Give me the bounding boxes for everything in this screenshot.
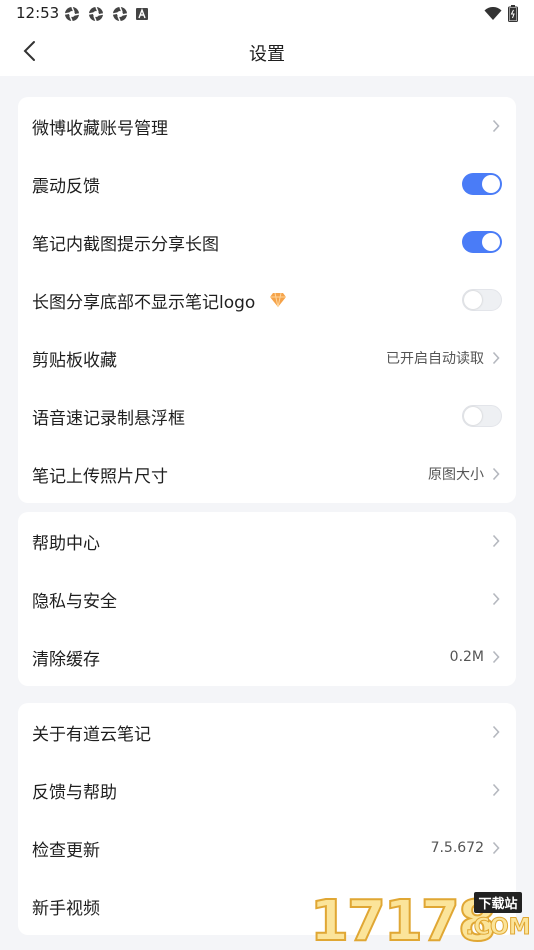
aperture-icon bbox=[88, 6, 104, 22]
row-help-center[interactable]: 帮助中心 bbox=[18, 512, 516, 570]
watermark-side: 下载站 .COM bbox=[465, 892, 531, 941]
row-value: 已开启自动读取 bbox=[386, 351, 484, 367]
status-notification-icons bbox=[64, 6, 148, 22]
row-hide-logo: 长图分享底部不显示笔记logo bbox=[18, 271, 516, 329]
status-bar: 12:53 bbox=[0, 0, 534, 28]
row-clear-cache[interactable]: 清除缓存 0.2M bbox=[18, 628, 516, 686]
voice-floating-toggle[interactable] bbox=[462, 405, 502, 427]
vip-diamond-icon bbox=[269, 292, 287, 308]
chevron-right-icon bbox=[490, 783, 502, 797]
row-label: 笔记上传照片尺寸 bbox=[32, 466, 168, 487]
row-check-update[interactable]: 检查更新 7.5.672 bbox=[18, 819, 516, 877]
row-label: 新手视频 bbox=[32, 898, 100, 919]
chevron-right-icon bbox=[490, 467, 502, 481]
row-screenshot-share-hint: 笔记内截图提示分享长图 bbox=[18, 213, 516, 271]
screenshot-share-toggle[interactable] bbox=[462, 231, 502, 253]
site-watermark: 17178 下载站 .COM bbox=[309, 888, 534, 950]
row-label: 反馈与帮助 bbox=[32, 782, 117, 803]
row-label: 隐私与安全 bbox=[32, 591, 117, 612]
status-time: 12:53 bbox=[16, 4, 60, 22]
wifi-icon bbox=[484, 6, 502, 25]
chevron-right-icon bbox=[490, 725, 502, 739]
hide-logo-toggle[interactable] bbox=[462, 289, 502, 311]
row-label: 长图分享底部不显示笔记logo bbox=[32, 292, 256, 313]
row-label: 剪贴板收藏 bbox=[32, 350, 117, 371]
row-weibo-account[interactable]: 微博收藏账号管理 bbox=[18, 97, 516, 155]
row-label: 清除缓存 bbox=[32, 649, 100, 670]
row-label: 检查更新 bbox=[32, 840, 100, 861]
row-label: 语音速记录制悬浮框 bbox=[32, 408, 185, 429]
chevron-right-icon bbox=[490, 650, 502, 664]
row-about[interactable]: 关于有道云笔记 bbox=[18, 703, 516, 761]
row-voice-floating-window: 语音速记录制悬浮框 bbox=[18, 387, 516, 445]
chevron-right-icon bbox=[490, 351, 502, 365]
aperture-icon bbox=[64, 6, 80, 22]
nav-bar: 设置 bbox=[0, 28, 534, 76]
row-label: 微博收藏账号管理 bbox=[32, 118, 168, 139]
row-value: 0.2M bbox=[449, 649, 484, 665]
aperture-icon bbox=[112, 6, 128, 22]
chevron-right-icon bbox=[490, 119, 502, 133]
row-label: 关于有道云笔记 bbox=[32, 724, 151, 745]
row-vibration-feedback: 震动反馈 bbox=[18, 155, 516, 213]
settings-group-help: 帮助中心 隐私与安全 清除缓存 0.2M bbox=[18, 512, 516, 686]
row-clipboard-favorite[interactable]: 剪贴板收藏 已开启自动读取 bbox=[18, 329, 516, 387]
chevron-right-icon bbox=[490, 592, 502, 606]
watermark-tag: 下载站 bbox=[474, 892, 522, 913]
status-system-icons bbox=[484, 5, 518, 26]
row-feedback-help[interactable]: 反馈与帮助 bbox=[18, 761, 516, 819]
row-label: 帮助中心 bbox=[32, 533, 100, 554]
row-label: 震动反馈 bbox=[32, 176, 100, 197]
battery-icon bbox=[508, 5, 518, 26]
row-value: 7.5.672 bbox=[430, 840, 484, 856]
page-title: 设置 bbox=[249, 44, 285, 65]
row-label: 笔记内截图提示分享长图 bbox=[32, 234, 219, 255]
row-photo-upload-size[interactable]: 笔记上传照片尺寸 原图大小 bbox=[18, 445, 516, 503]
row-privacy-security[interactable]: 隐私与安全 bbox=[18, 570, 516, 628]
row-value: 原图大小 bbox=[428, 467, 484, 483]
a-badge-icon bbox=[136, 8, 148, 20]
watermark-suffix: .COM bbox=[465, 915, 531, 941]
chevron-right-icon bbox=[490, 841, 502, 855]
chevron-right-icon bbox=[490, 534, 502, 548]
settings-group-general: 微博收藏账号管理 震动反馈 笔记内截图提示分享长图 长图分享底部不显示笔记log… bbox=[18, 97, 516, 503]
vibration-toggle[interactable] bbox=[462, 173, 502, 195]
